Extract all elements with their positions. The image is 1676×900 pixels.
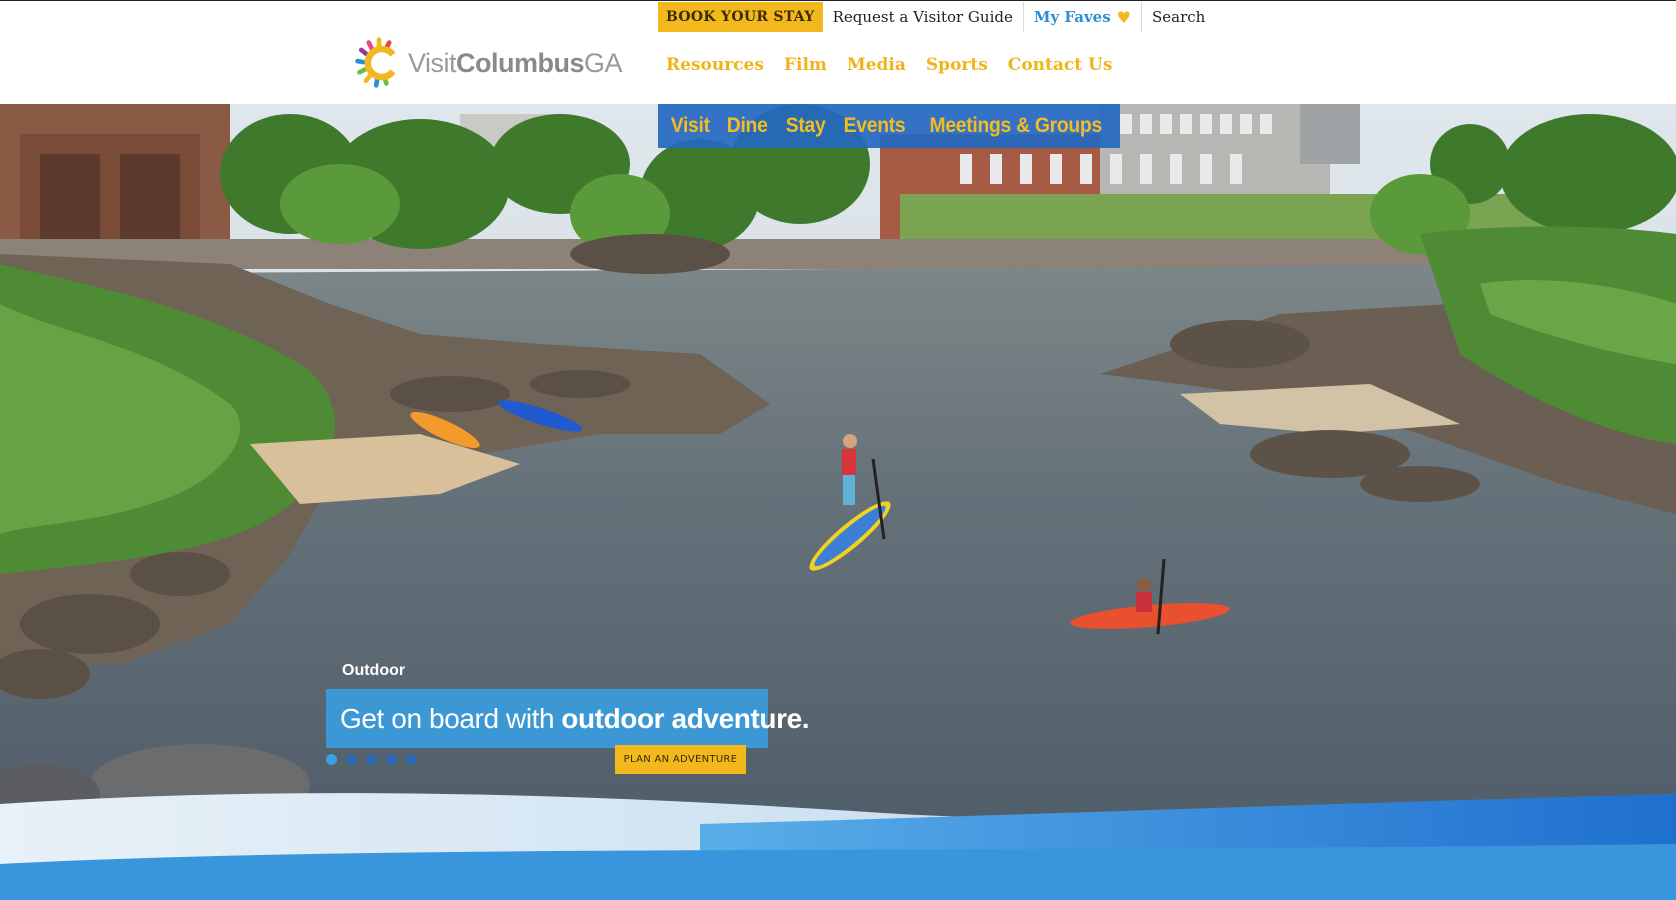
site-header: VisitColumbusGA BOOK YOUR STAY Request a… xyxy=(0,0,1676,104)
search-link[interactable]: Search xyxy=(1142,2,1215,32)
nav-media[interactable]: Media xyxy=(847,55,906,75)
logo-city-text: Columbus xyxy=(455,47,585,78)
slide-dot-4[interactable] xyxy=(386,754,397,765)
nav-events[interactable]: Events xyxy=(843,114,905,138)
nav-resources[interactable]: Resources xyxy=(666,55,764,75)
heart-icon: ♥ xyxy=(1116,7,1131,27)
site-logo[interactable]: VisitColumbusGA xyxy=(352,32,623,94)
book-your-stay-button[interactable]: BOOK YOUR STAY xyxy=(658,2,823,32)
slide-headline-regular: Get on board with xyxy=(340,702,555,734)
logo-visit-text: Visit xyxy=(407,47,457,78)
nav-sports[interactable]: Sports xyxy=(926,55,988,75)
nav-meetings-groups[interactable]: Meetings & Groups xyxy=(929,114,1102,138)
nav-dine[interactable]: Dine xyxy=(727,114,768,138)
my-faves-link[interactable]: My Faves ♥ xyxy=(1024,2,1142,32)
nav-visit[interactable]: Visit xyxy=(670,114,709,138)
visitor-guide-link[interactable]: Request a Visitor Guide xyxy=(823,2,1024,32)
logo-wordmark: VisitColumbusGA xyxy=(407,47,623,78)
hero-river-photo xyxy=(0,104,1676,900)
my-faves-label: My Faves xyxy=(1033,8,1111,26)
slide-pagination xyxy=(326,754,417,765)
hero-slideshow xyxy=(0,104,1676,900)
slide-dot-3[interactable] xyxy=(366,754,377,765)
sunburst-logo-icon xyxy=(355,37,396,88)
slide-category: Outdoor xyxy=(342,662,406,679)
slide-dot-2[interactable] xyxy=(346,754,357,765)
slide-dot-1[interactable] xyxy=(326,754,337,765)
secondary-nav: Resources Film Media Sports Contact Us xyxy=(666,55,1112,75)
main-nav: Visit Dine Stay Events Meetings & Groups xyxy=(658,104,1120,148)
nav-film[interactable]: Film xyxy=(784,55,827,75)
slide-headline-bold: outdoor adventure. xyxy=(561,702,810,734)
plan-adventure-button[interactable]: PLAN AN ADVENTURE xyxy=(615,745,746,774)
utility-bar: BOOK YOUR STAY Request a Visitor Guide M… xyxy=(658,2,1215,32)
nav-stay[interactable]: Stay xyxy=(785,114,825,138)
slide-dot-5[interactable] xyxy=(406,754,417,765)
nav-contact-us[interactable]: Contact Us xyxy=(1008,55,1113,75)
slide-headline-box: Get on board with outdoor adventure. xyxy=(326,689,810,748)
logo-state-text: GA xyxy=(583,47,623,78)
